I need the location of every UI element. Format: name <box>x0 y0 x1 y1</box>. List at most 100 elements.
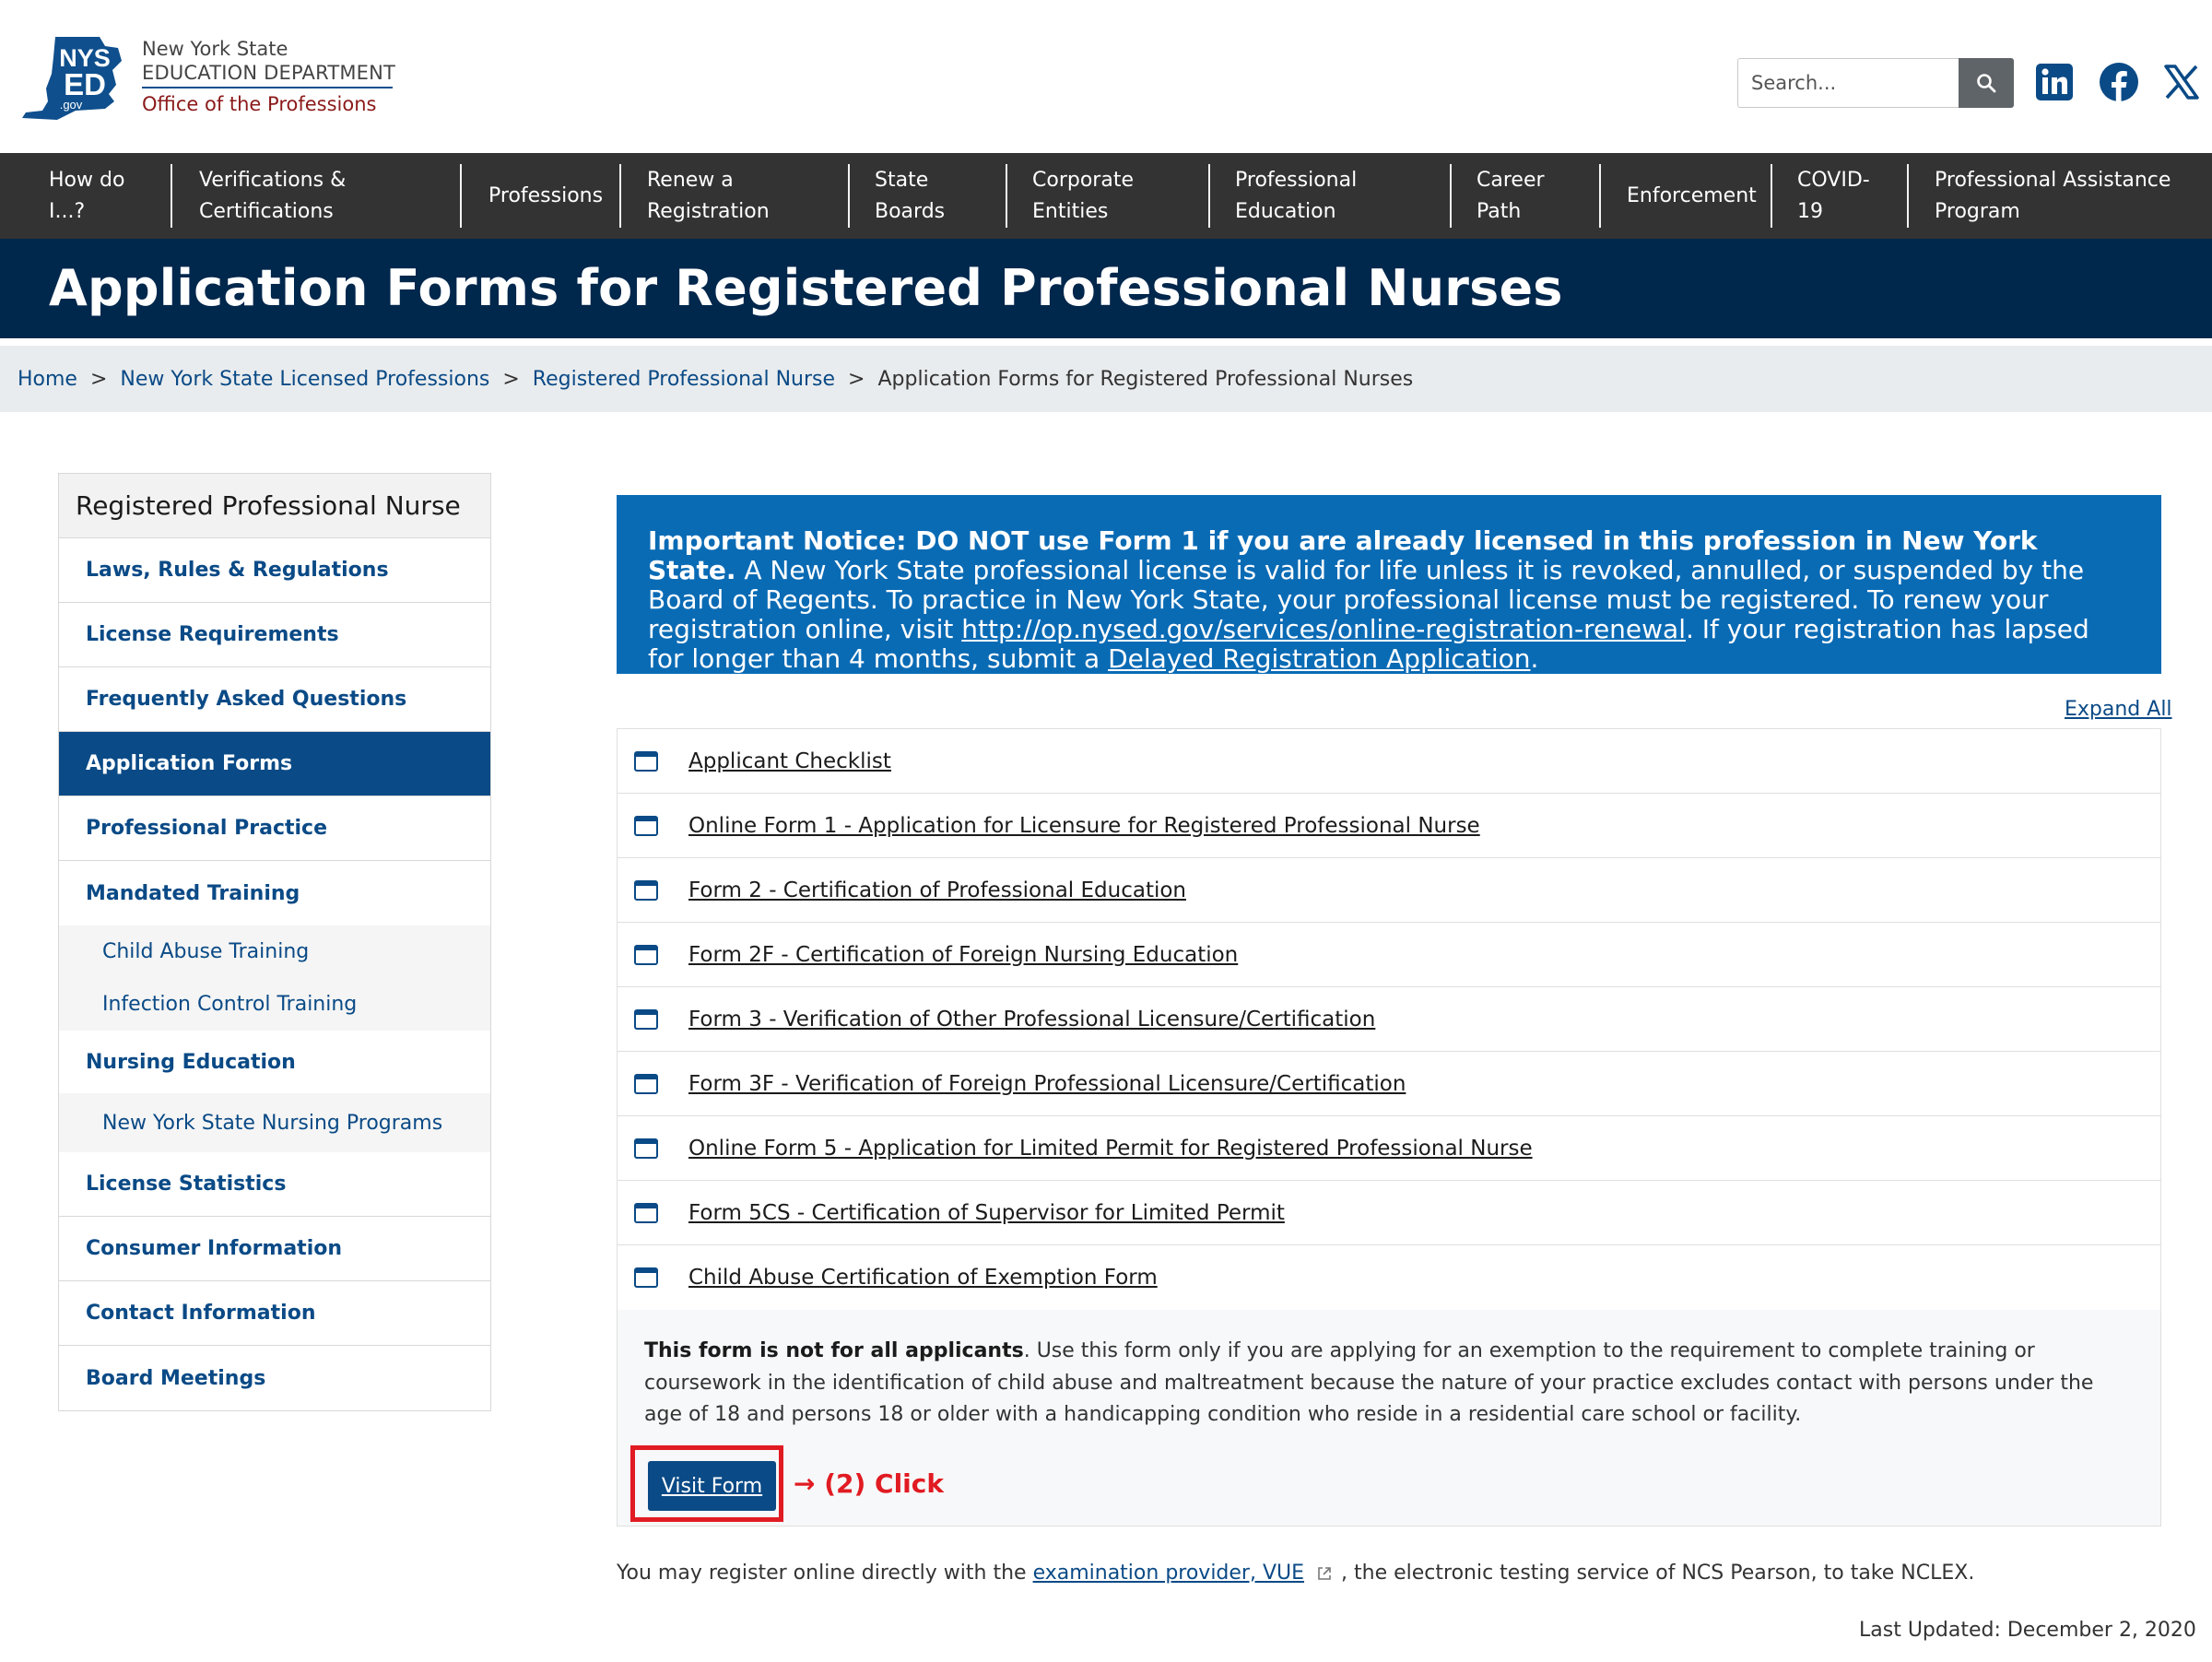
nav-item-career-path[interactable]: Career Path <box>1458 153 1596 239</box>
window-icon <box>634 944 658 965</box>
accordion-item-child-abuse-exemption[interactable]: Child Abuse Certification of Exemption F… <box>618 1245 2160 1310</box>
logo-line-state: New York State <box>142 38 288 60</box>
nav-item-verifications[interactable]: Verifications & Certifications <box>181 153 457 239</box>
nav-divider <box>1208 164 1210 228</box>
window-icon <box>634 1202 658 1223</box>
sidebar-item-mandated-training[interactable]: Mandated Training <box>59 861 490 925</box>
x-link[interactable] <box>2160 61 2203 103</box>
important-notice: Important Notice: DO NOT use Form 1 if y… <box>617 495 2161 674</box>
accordion-item-online-form-1[interactable]: Online Form 1 - Application for Licensur… <box>618 794 2160 858</box>
page-title: Application Forms for Registered Profess… <box>49 259 1563 317</box>
nav-divider <box>1907 164 1909 228</box>
highlight-box: Visit Form <box>630 1445 783 1522</box>
online-renewal-link[interactable]: http://op.nysed.gov/services/online-regi… <box>961 614 1686 644</box>
nav-divider <box>1599 164 1601 228</box>
nav-item-professional-education[interactable]: Professional Education <box>1217 153 1447 239</box>
nav-item-corporate-entities[interactable]: Corporate Entities <box>1014 153 1207 239</box>
visit-form-button[interactable]: Visit Form <box>648 1461 776 1511</box>
accordion-item-title[interactable]: Form 2 - Certification of Professional E… <box>688 878 1186 902</box>
delayed-registration-link[interactable]: Delayed Registration Application <box>1108 643 1530 674</box>
notice-text: . <box>1530 643 1539 674</box>
accordion-item-form-3f[interactable]: Form 3F - Verification of Foreign Profes… <box>618 1052 2160 1116</box>
accordion-item-title[interactable]: Form 5CS - Certification of Supervisor f… <box>688 1201 1285 1225</box>
accordion-item-title[interactable]: Online Form 1 - Application for Licensur… <box>688 814 1480 838</box>
nys-map-logo-icon: NYS ED .gov <box>22 37 122 120</box>
nav-divider <box>460 164 462 228</box>
accordion-item-applicant-checklist[interactable]: Applicant Checklist <box>618 729 2160 794</box>
nav-item-renew-registration[interactable]: Renew a Registration <box>629 153 841 239</box>
nclex-registration-note: You may register online directly with th… <box>617 1562 1974 1585</box>
nav-divider <box>848 164 850 228</box>
logo-line-department: EDUCATION DEPARTMENT <box>142 62 396 84</box>
sidebar-item-professional-practice[interactable]: Professional Practice <box>59 796 490 861</box>
note-text: You may register online directly with th… <box>617 1562 1033 1585</box>
accordion-item-form-3[interactable]: Form 3 - Verification of Other Professio… <box>618 987 2160 1052</box>
breadcrumb-separator: > <box>502 367 520 391</box>
accordion-item-form-2f[interactable]: Form 2F - Certification of Foreign Nursi… <box>618 923 2160 987</box>
breadcrumb-licensed-professions-link[interactable]: New York State Licensed Professions <box>120 368 489 391</box>
search-button[interactable] <box>1959 58 2014 108</box>
nav-item-covid-19[interactable]: COVID-19 <box>1779 153 1899 239</box>
breadcrumb-separator: > <box>89 367 108 391</box>
form-description-bold: This form is not for all applicants <box>644 1339 1024 1362</box>
sidebar-item-consumer-information[interactable]: Consumer Information <box>59 1217 490 1281</box>
accordion-item-title[interactable]: Applicant Checklist <box>688 749 891 773</box>
nav-item-how-do-i[interactable]: How do I...? <box>30 153 150 239</box>
nysed-logo[interactable]: NYS ED .gov New York State EDUCATION DEP… <box>20 33 398 125</box>
nav-divider <box>1771 164 1772 228</box>
sidebar-item-license-requirements[interactable]: License Requirements <box>59 603 490 667</box>
accordion-item-title[interactable]: Online Form 5 - Application for Limited … <box>688 1137 1533 1161</box>
sidebar-item-laws-rules[interactable]: Laws, Rules & Regulations <box>59 538 490 603</box>
svg-text:ED: ED <box>64 67 106 101</box>
accordion-item-title[interactable]: Form 3F - Verification of Foreign Profes… <box>688 1072 1406 1096</box>
facebook-link[interactable] <box>2098 61 2140 103</box>
accordion-panel-child-abuse-exemption: This form is not for all applicants. Use… <box>618 1310 2160 1526</box>
window-icon <box>634 815 658 836</box>
nav-divider <box>171 164 172 228</box>
last-updated: Last Updated: December 2, 2020 <box>1859 1619 2196 1642</box>
nav-divider <box>1006 164 1007 228</box>
search-form <box>1737 58 2014 108</box>
accordion-item-title[interactable]: Child Abuse Certification of Exemption F… <box>688 1266 1158 1290</box>
sidebar-item-application-forms[interactable]: Application Forms <box>59 732 490 796</box>
sidebar-subitem-infection-control[interactable]: Infection Control Training <box>59 978 490 1031</box>
sidebar-item-faq[interactable]: Frequently Asked Questions <box>59 667 490 732</box>
logo-divider <box>142 87 393 88</box>
accordion-item-title[interactable]: Form 3 - Verification of Other Professio… <box>688 1008 1375 1031</box>
nav-divider <box>619 164 621 228</box>
search-input[interactable] <box>1737 58 1959 108</box>
nav-item-state-boards[interactable]: State Boards <box>856 153 994 239</box>
click-annotation: → (2) Click <box>794 1468 944 1499</box>
search-icon <box>1977 74 1996 93</box>
breadcrumb-registered-nurse-link[interactable]: Registered Professional Nurse <box>533 368 835 391</box>
breadcrumb-home-link[interactable]: Home <box>18 368 77 391</box>
nav-item-professional-assistance[interactable]: Professional Assistance Program <box>1916 153 2193 239</box>
facebook-icon <box>2100 63 2138 101</box>
site-header: NYS ED .gov New York State EDUCATION DEP… <box>0 0 2212 153</box>
sidebar-heading[interactable]: Registered Professional Nurse <box>59 474 490 538</box>
window-icon <box>634 1008 658 1030</box>
nav-item-professions[interactable]: Professions <box>470 153 618 239</box>
page-title-banner: Application Forms for Registered Profess… <box>0 239 2212 338</box>
linkedin-link[interactable] <box>2033 61 2076 103</box>
svg-text:.gov: .gov <box>60 98 83 112</box>
sidebar-item-nursing-education[interactable]: Nursing Education <box>59 1031 490 1093</box>
accordion-item-form-5cs[interactable]: Form 5CS - Certification of Supervisor f… <box>618 1181 2160 1245</box>
sidebar: Registered Professional Nurse Laws, Rule… <box>58 473 491 1411</box>
sidebar-item-contact-information[interactable]: Contact Information <box>59 1281 490 1346</box>
sidebar-item-board-meetings[interactable]: Board Meetings <box>59 1346 490 1410</box>
accordion-item-form-2[interactable]: Form 2 - Certification of Professional E… <box>618 858 2160 923</box>
linkedin-icon <box>2036 64 2073 100</box>
logo-line-office: Office of the Professions <box>142 93 377 115</box>
examination-provider-link[interactable]: examination provider, VUE <box>1033 1562 1304 1585</box>
nav-item-enforcement[interactable]: Enforcement <box>1608 153 1770 239</box>
window-icon <box>634 879 658 901</box>
x-icon <box>2164 65 2199 100</box>
main-navigation: How do I...? Verifications & Certificati… <box>0 153 2212 239</box>
accordion-item-online-form-5[interactable]: Online Form 5 - Application for Limited … <box>618 1116 2160 1181</box>
sidebar-subitem-child-abuse-training[interactable]: Child Abuse Training <box>59 925 490 978</box>
accordion-item-title[interactable]: Form 2F - Certification of Foreign Nursi… <box>688 943 1238 967</box>
sidebar-item-license-statistics[interactable]: License Statistics <box>59 1152 490 1217</box>
sidebar-subitem-ny-nursing-programs[interactable]: New York State Nursing Programs <box>59 1093 490 1152</box>
expand-all-link[interactable]: Expand All <box>2065 698 2172 721</box>
